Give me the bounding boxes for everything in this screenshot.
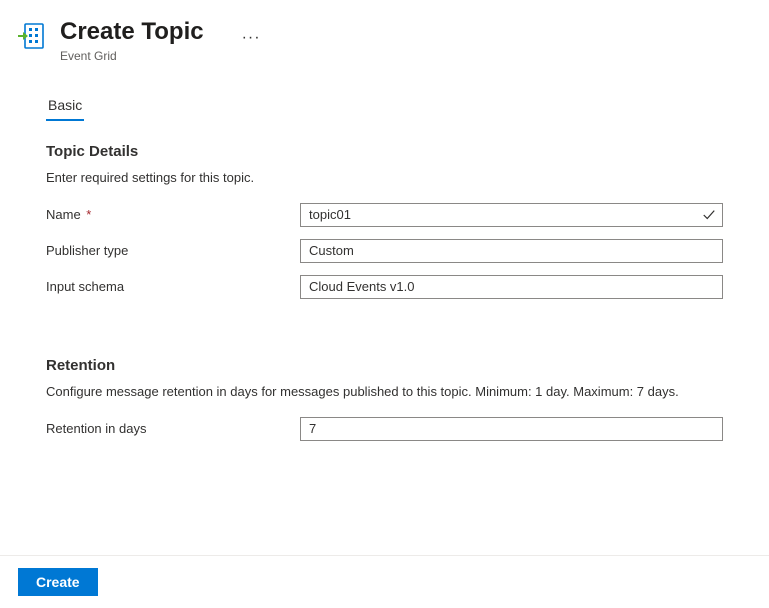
name-label: Name *: [46, 207, 300, 222]
retention-description: Configure message retention in days for …: [46, 384, 723, 399]
retention-heading: Retention: [46, 357, 723, 374]
required-indicator: *: [83, 207, 92, 222]
field-row-retention-days: Retention in days: [46, 417, 723, 441]
retention-days-input-wrapper: [300, 417, 723, 441]
retention-days-label: Retention in days: [46, 421, 300, 436]
more-actions-icon[interactable]: ···: [242, 30, 261, 46]
name-label-text: Name: [46, 207, 81, 222]
main-content: Basic Topic Details Enter required setti…: [0, 69, 769, 441]
publisher-type-input-wrapper: [300, 239, 723, 263]
input-schema-label: Input schema: [46, 279, 300, 294]
section-topic-details: Topic Details Enter required settings fo…: [46, 143, 723, 299]
topic-icon: [18, 22, 46, 50]
create-button[interactable]: Create: [18, 568, 98, 596]
topic-details-description: Enter required settings for this topic.: [46, 170, 723, 185]
page-header: Create Topic Event Grid ···: [0, 0, 769, 69]
page-title: Create Topic: [60, 18, 204, 47]
page-subtitle: Event Grid: [60, 49, 204, 63]
field-row-input-schema: Input schema: [46, 275, 723, 299]
header-titles: Create Topic Event Grid: [60, 18, 204, 63]
publisher-type-label: Publisher type: [46, 243, 300, 258]
retention-days-input[interactable]: [300, 417, 723, 441]
topic-details-heading: Topic Details: [46, 143, 723, 160]
tabs: Basic: [46, 97, 723, 121]
name-input-wrapper: [300, 203, 723, 227]
section-retention: Retention Configure message retention in…: [46, 357, 723, 441]
footer: Create: [0, 555, 769, 608]
tab-basic[interactable]: Basic: [46, 97, 84, 121]
name-input[interactable]: [300, 203, 723, 227]
input-schema-input-wrapper: [300, 275, 723, 299]
input-schema-input[interactable]: [300, 275, 723, 299]
publisher-type-input[interactable]: [300, 239, 723, 263]
field-row-publisher-type: Publisher type: [46, 239, 723, 263]
field-row-name: Name *: [46, 203, 723, 227]
